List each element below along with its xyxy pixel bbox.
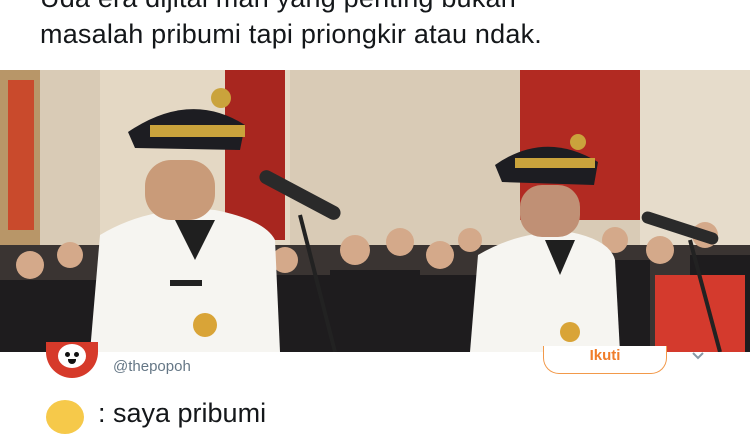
tweet-text-line-2: masalah pribumi tapi priongkir atau ndak… [40, 19, 542, 49]
tweet-author-row: @thepopoh Ikuti [0, 342, 750, 392]
emoji-face-icon [46, 400, 84, 434]
tweet-text-line-1: Uda era dijital mah yang penting bukan [40, 0, 516, 13]
author-handle[interactable]: @thepopoh [113, 358, 191, 375]
avatar-icon[interactable] [46, 342, 98, 378]
photo-inauguration [0, 70, 750, 352]
reply-line: : saya pribumi [46, 398, 267, 434]
tweet-photo[interactable] [0, 70, 750, 352]
chevron-down-icon[interactable] [692, 350, 704, 362]
tweet-text: Uda era dijital mah yang penting bukan ma… [40, 0, 740, 52]
reply-text: : saya pribumi [98, 398, 267, 428]
follow-button[interactable]: Ikuti [543, 346, 667, 374]
